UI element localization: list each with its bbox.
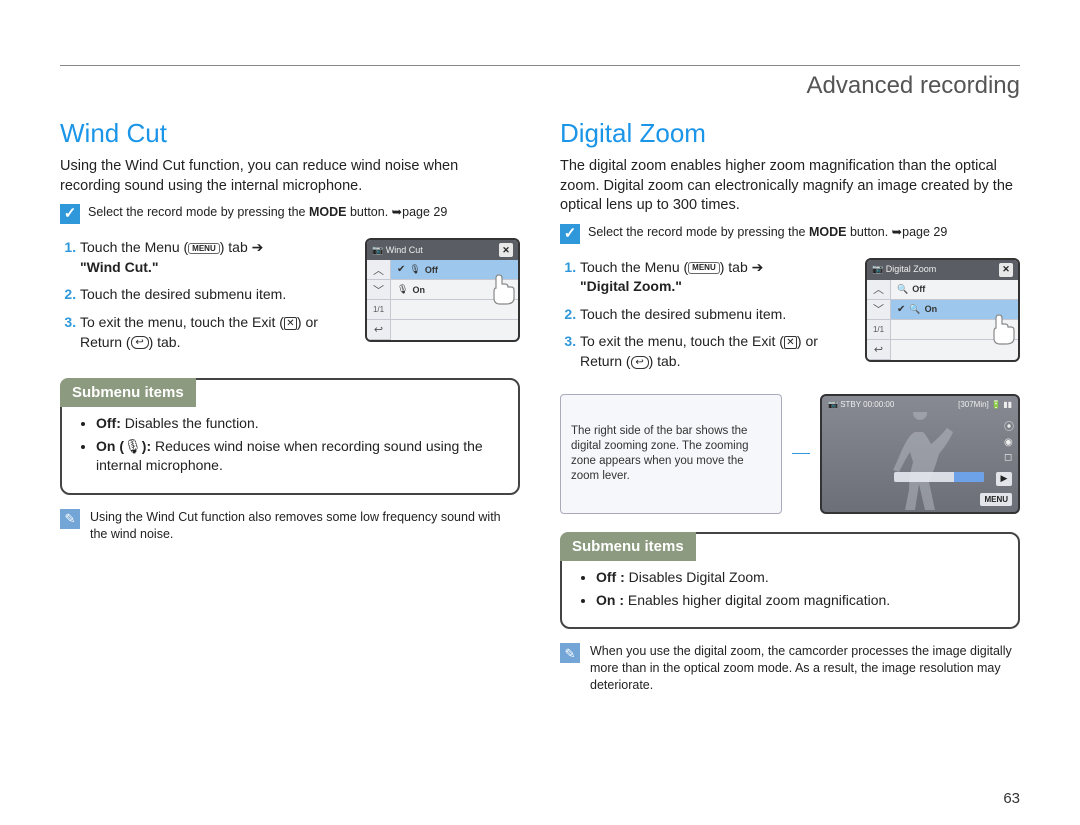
chapter-title: Advanced recording <box>60 72 1020 100</box>
play-icon: ▶ <box>996 472 1012 486</box>
dz-intro: The digital zoom enables higher zoom mag… <box>560 157 1020 216</box>
windcut-submenu-box: Submenu items Off: Disables the function… <box>60 378 520 495</box>
dancer-silhouette-icon <box>875 412 965 512</box>
dz-heading: Digital Zoom <box>560 118 1020 149</box>
wind-icon: 🎙 <box>124 438 142 454</box>
wide-icon: ◻ <box>1004 452 1014 463</box>
dz-screenshot: 📷 Digital Zoom ✕ ︿ ﹀ 1/1 ↩ 🔍 Off <box>865 258 1020 362</box>
submenu-label: Submenu items <box>560 532 696 561</box>
photo-icon: ◉ <box>1004 437 1014 448</box>
precheck-text-b: button. ➥page 29 <box>346 205 447 219</box>
windcut-step3: To exit the menu, touch the Exit (✕) or … <box>80 313 353 352</box>
windcut-sm-on: On (🎙): Reduces wind noise when recordin… <box>96 437 502 475</box>
dz-preview-screen: 📷 STBY 00:00:00 [307Min] 🔋 ▮▮ ⦿ ◉ ◻ ▶ ME… <box>820 394 1020 514</box>
menu-icon: MENU <box>188 243 220 255</box>
windcut-column: Wind Cut Using the Wind Cut function, yo… <box>60 118 520 694</box>
ss-title: Digital Zoom <box>886 264 937 274</box>
dz-steps: Touch the Menu (MENU) tab ➔ "Digital Zoo… <box>560 258 853 380</box>
preview-menu-button: MENU <box>980 493 1012 506</box>
check-mark-icon: ✔ <box>397 264 405 275</box>
up-icon: ︿ <box>367 260 390 280</box>
check-icon: ✓ <box>60 204 80 224</box>
page-icon: 1/1 <box>367 300 390 320</box>
down-icon: ﹀ <box>367 280 390 300</box>
windcut-note: ✎ Using the Wind Cut function also remov… <box>60 509 520 543</box>
windcut-screenshot: 📷 Wind Cut ✕ ︿ ﹀ 1/1 ↩ ✔ 🎙 Off <box>365 238 520 342</box>
note-icon: ✎ <box>60 509 80 529</box>
check-mark-icon: ✔ <box>897 304 905 315</box>
windcut-intro: Using the Wind Cut function, you can red… <box>60 157 520 196</box>
ss-row-off: ✔ 🎙 Off <box>391 260 518 280</box>
return-icon: ↩ <box>631 356 649 369</box>
return-btn-icon: ↩ <box>367 320 390 340</box>
windcut-step2: Touch the desired submenu item. <box>80 285 353 305</box>
close-icon: ✕ <box>284 317 297 330</box>
digitalzoom-column: Digital Zoom The digital zoom enables hi… <box>560 118 1020 694</box>
ss-row-on: ✔ 🔍 On <box>891 300 1018 320</box>
windcut-sm-off: Off: Disables the function. <box>96 414 502 433</box>
ss-close-icon: ✕ <box>499 243 513 257</box>
ss-title: Wind Cut <box>386 245 423 255</box>
menu-icon: MENU <box>688 262 720 274</box>
up-icon: ︿ <box>867 280 890 300</box>
note-icon: ✎ <box>560 643 580 663</box>
dz-note: ✎ When you use the digital zoom, the cam… <box>560 643 1020 694</box>
dz-step3: To exit the menu, touch the Exit (✕) or … <box>580 332 853 371</box>
page-icon: 1/1 <box>867 320 890 340</box>
return-btn-icon: ↩ <box>867 340 890 360</box>
ss-row-off: 🔍 Off <box>891 280 1018 300</box>
close-icon: ✕ <box>784 336 797 349</box>
dz-zoom-note: The right side of the bar shows the digi… <box>560 394 782 514</box>
page-number: 63 <box>1003 790 1020 807</box>
submenu-label: Submenu items <box>60 378 196 407</box>
dz-sm-on: On : Enables higher digital zoom magnifi… <box>596 591 1002 610</box>
windcut-step1: Touch the Menu (MENU) tab ➔ "Wind Cut." <box>80 238 353 277</box>
dz-submenu-box: Submenu items Off : Disables Digital Zoo… <box>560 532 1020 630</box>
dz-step2: Touch the desired submenu item. <box>580 305 853 325</box>
ss-close-icon: ✕ <box>999 263 1013 277</box>
dz-step1: Touch the Menu (MENU) tab ➔ "Digital Zoo… <box>580 258 853 297</box>
check-icon: ✓ <box>560 224 580 244</box>
ss-row-on: 🎙 On <box>391 280 518 300</box>
dz-precheck: ✓ Select the record mode by pressing the… <box>560 224 1020 244</box>
windcut-precheck: ✓ Select the record mode by pressing the… <box>60 204 520 224</box>
preview-top-bar: 📷 STBY 00:00:00 [307Min] 🔋 ▮▮ <box>828 400 1012 409</box>
rec-icon: ⦿ <box>1004 418 1014 433</box>
header-rule <box>60 65 1020 66</box>
precheck-text-a: Select the record mode by pressing the <box>88 205 309 219</box>
windcut-heading: Wind Cut <box>60 118 520 149</box>
return-icon: ↩ <box>131 336 149 349</box>
preview-right-icons: ⦿ ◉ ◻ <box>1004 418 1014 463</box>
windcut-steps: Touch the Menu (MENU) tab ➔ "Wind Cut." … <box>60 238 353 360</box>
down-icon: ﹀ <box>867 300 890 320</box>
dz-sm-off: Off : Disables Digital Zoom. <box>596 568 1002 587</box>
zoom-bar <box>894 472 984 482</box>
connector-line <box>792 394 810 514</box>
mode-label: MODE <box>309 205 347 219</box>
